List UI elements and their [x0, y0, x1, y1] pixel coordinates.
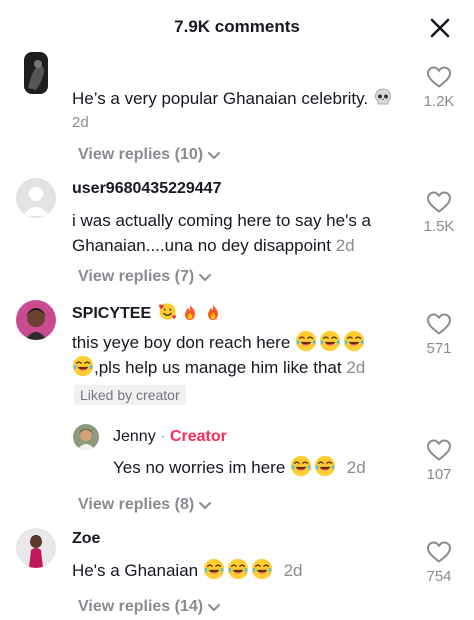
fire-emoji: [204, 303, 222, 326]
laughing-emoji: [319, 330, 341, 352]
heart-outline-icon: [426, 540, 452, 564]
laughing-emoji: [251, 558, 273, 580]
view-replies-label: View replies (8): [78, 496, 195, 513]
comment-text: i was actually coming here to say he's a…: [72, 208, 412, 258]
like-count: 1.5K: [423, 218, 455, 235]
separator-dot: ·: [160, 428, 166, 445]
like-button[interactable]: 571: [417, 312, 461, 357]
chevron-down-icon: [205, 146, 223, 164]
reply-text: Yes no worries im here 2d: [113, 455, 403, 480]
comment-timestamp: 2d: [283, 561, 303, 580]
liked-by-creator-badge: Liked by creator: [74, 385, 186, 405]
comment-timestamp: 2d: [72, 114, 89, 131]
laughing-emoji: [72, 355, 94, 377]
like-count: 107: [426, 466, 452, 483]
comment-body: He’s a very popular Ghanaian celebrity.: [72, 89, 369, 108]
heart-outline-icon: [426, 65, 452, 89]
reply-body: Yes no worries im here: [113, 458, 286, 477]
comments-count-title: 7.9K comments: [174, 17, 300, 36]
creator-label: Creator: [169, 428, 227, 445]
like-count: 1.2K: [423, 93, 455, 110]
like-button[interactable]: 1.2K: [417, 65, 461, 110]
comment-body-line: this yeye boy don reach here: [72, 333, 291, 352]
reply-username[interactable]: Jenny · Creator: [113, 428, 227, 446]
view-replies-button[interactable]: View replies (7): [78, 268, 214, 286]
comment-text: this yeye boy don reach here ,pls help u…: [72, 330, 412, 380]
laughing-emoji: [290, 455, 312, 477]
view-replies-button[interactable]: View replies (8): [78, 496, 214, 514]
close-icon[interactable]: [426, 14, 454, 42]
view-replies-label: View replies (7): [78, 268, 195, 285]
comment-timestamp: 2d: [346, 358, 366, 377]
avatar[interactable]: [24, 52, 48, 94]
chevron-down-icon: [196, 268, 214, 286]
like-button[interactable]: 107: [417, 438, 461, 483]
comment-body-line: i was actually coming here to say he's a: [72, 211, 372, 230]
fire-emoji: [181, 303, 199, 326]
avatar[interactable]: [16, 300, 56, 340]
smiling-hearts-emoji: [158, 302, 177, 326]
comment-text: He's a Ghanaian 2d: [72, 558, 412, 583]
avatar[interactable]: [16, 178, 56, 218]
laughing-emoji: [314, 455, 336, 477]
skull-emoji: [373, 87, 393, 114]
laughing-emoji: [203, 558, 225, 580]
comment-timestamp: 2d: [335, 236, 355, 255]
comment-body-line: ,pls help us manage him like that: [94, 358, 342, 377]
comment-username[interactable]: Zoe: [72, 530, 100, 548]
avatar[interactable]: [16, 528, 56, 568]
view-replies-label: View replies (14): [78, 598, 204, 615]
chevron-down-icon: [205, 598, 223, 616]
comment-body: He's a Ghanaian: [72, 561, 199, 580]
like-count: 571: [426, 340, 452, 357]
avatar[interactable]: [73, 424, 99, 450]
comment-text: He’s a very popular Ghanaian celebrity.: [72, 86, 412, 114]
like-button[interactable]: 754: [417, 540, 461, 585]
laughing-emoji: [295, 330, 317, 352]
laughing-emoji: [343, 330, 365, 352]
comment-body-line: Ghanaian....una no dey disappoint: [72, 236, 331, 255]
view-replies-button[interactable]: View replies (10): [78, 146, 223, 164]
like-count: 754: [426, 568, 452, 585]
like-button[interactable]: 1.5K: [417, 190, 461, 235]
reply-username-text: Jenny: [113, 428, 156, 445]
heart-outline-icon: [426, 312, 452, 336]
reply-timestamp: 2d: [346, 458, 366, 477]
heart-outline-icon: [426, 190, 452, 214]
chevron-down-icon: [196, 496, 214, 514]
view-replies-button[interactable]: View replies (14): [78, 598, 223, 616]
laughing-emoji: [227, 558, 249, 580]
comment-username[interactable]: user9680435229447: [72, 180, 221, 198]
heart-outline-icon: [426, 438, 452, 462]
comment-username[interactable]: SPICYTEE: [72, 302, 222, 326]
view-replies-label: View replies (10): [78, 146, 204, 163]
username-text: SPICYTEE: [72, 305, 152, 322]
comments-header: 7.9K comments: [0, 0, 474, 58]
